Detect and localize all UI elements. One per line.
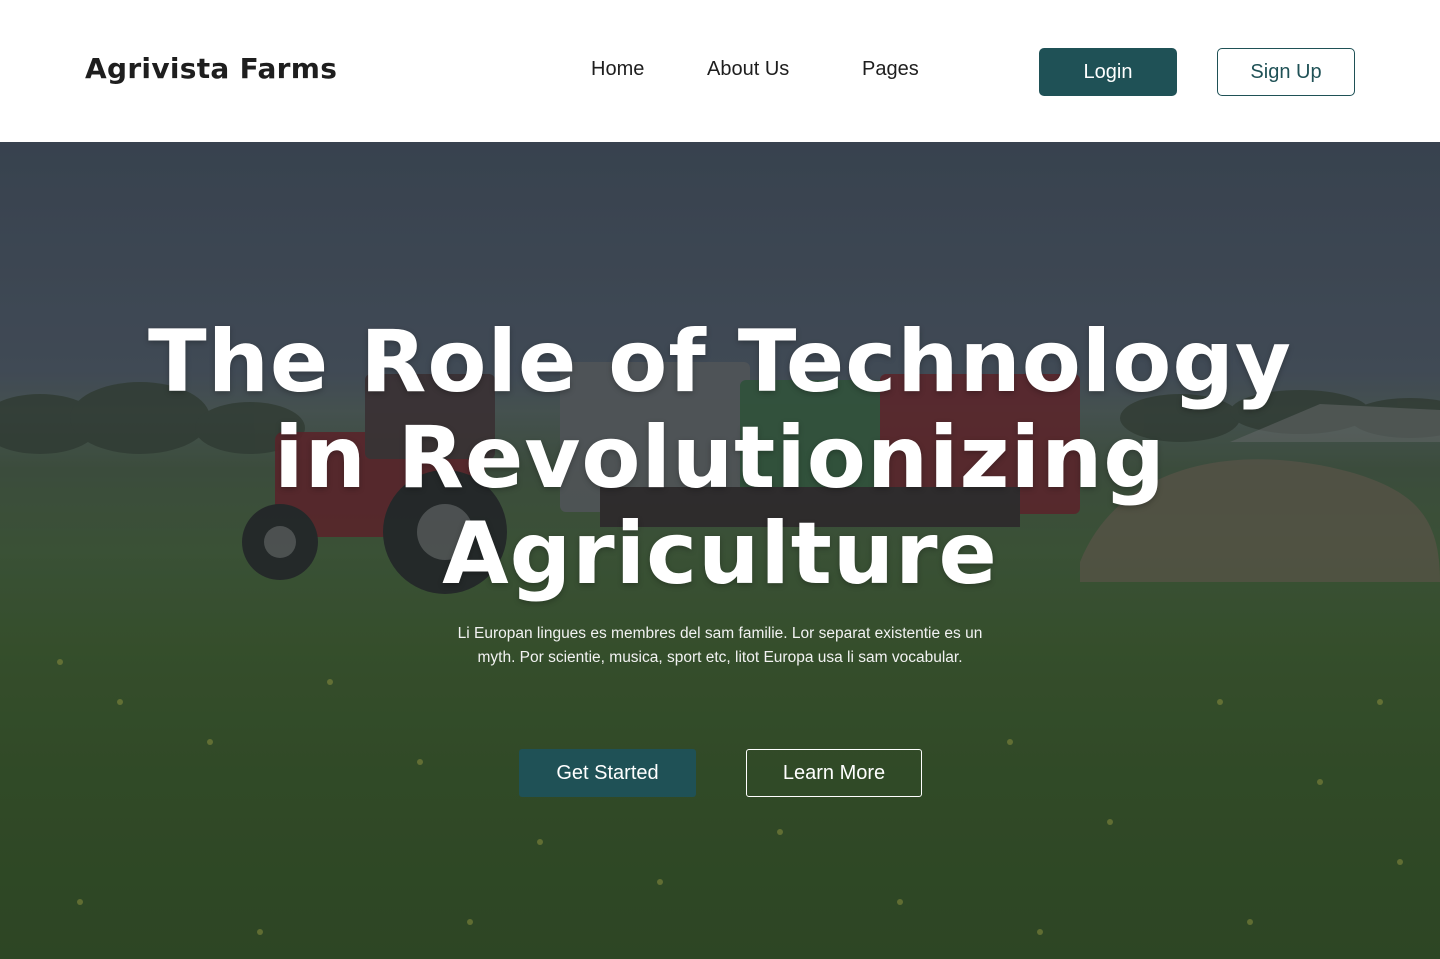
nav-link-pages[interactable]: Pages	[862, 58, 919, 81]
hero-subtitle: Li Europan lingues es membres del sam fa…	[457, 625, 983, 666]
hero-section: The Role of Technology in Revolutionizin…	[0, 142, 1440, 959]
learn-more-button[interactable]: Learn More	[746, 749, 922, 797]
signup-button[interactable]: Sign Up	[1217, 48, 1355, 96]
nav-link-home[interactable]: Home	[591, 58, 644, 81]
get-started-button[interactable]: Get Started	[519, 749, 696, 797]
hero-title: The Role of Technology in Revolutionizin…	[148, 312, 1292, 604]
site-header: Agrivista Farms Home About Us Pages Logi…	[0, 0, 1440, 142]
brand-logo[interactable]: Agrivista Farms	[85, 52, 337, 85]
nav-link-about-us[interactable]: About Us	[707, 58, 789, 81]
login-button[interactable]: Login	[1039, 48, 1177, 96]
